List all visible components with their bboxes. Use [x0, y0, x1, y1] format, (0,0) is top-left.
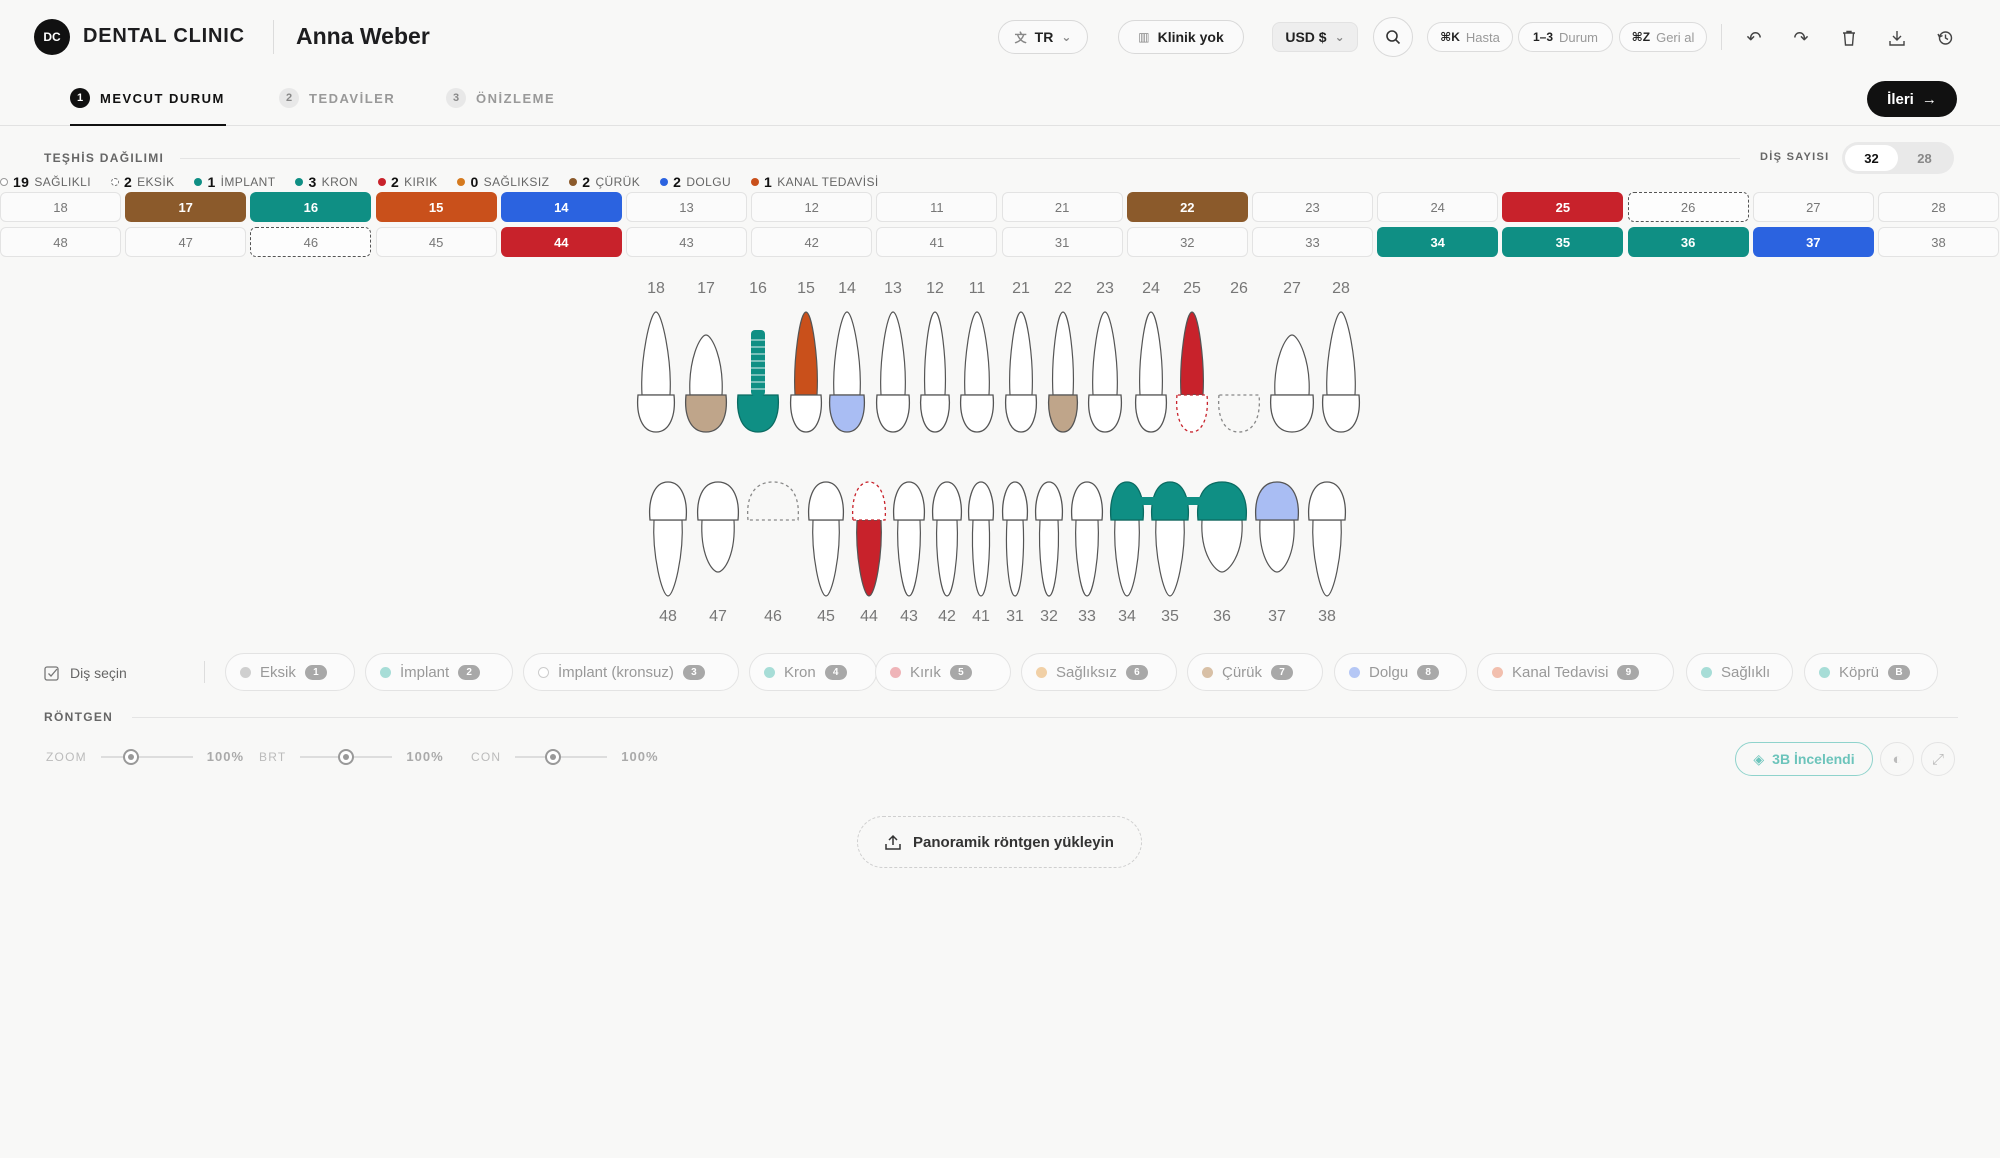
upload-icon — [885, 834, 901, 850]
tooth-16[interactable] — [736, 330, 780, 433]
tooth-37[interactable] — [1254, 481, 1300, 573]
tooth-23[interactable] — [1087, 311, 1123, 433]
status-chip[interactable]: Dolgu 8 — [1334, 653, 1467, 691]
tooth-44[interactable] — [851, 481, 887, 597]
ai-review-button[interactable]: ◈ 3B İncelendi — [1735, 742, 1873, 776]
contrast-knob[interactable] — [545, 748, 562, 765]
status-dot — [1036, 666, 1047, 678]
status-dot — [1701, 666, 1712, 678]
tooth-47[interactable] — [696, 481, 740, 573]
tooth-45[interactable] — [807, 481, 845, 597]
brightness-knob[interactable] — [338, 748, 355, 765]
tooth-32[interactable] — [1034, 481, 1064, 597]
status-chip[interactable]: Köprü B — [1804, 653, 1938, 691]
status-dot — [764, 666, 775, 678]
contrast-slider[interactable]: CON 100% — [471, 748, 659, 765]
tooth-48[interactable] — [648, 481, 688, 597]
status-dot — [1349, 666, 1360, 678]
tooth-11[interactable] — [959, 311, 995, 433]
tooth-36[interactable] — [1196, 481, 1248, 573]
contrast-icon[interactable]: ◐ — [1880, 742, 1914, 776]
status-dot — [538, 666, 549, 678]
status-chip[interactable]: Çürük 7 — [1187, 653, 1323, 691]
tooth-13[interactable] — [875, 311, 911, 433]
status-dot — [1819, 666, 1830, 678]
status-chip[interactable]: Sağlıklı — [1686, 653, 1793, 691]
status-dot — [380, 666, 391, 678]
status-chip[interactable]: Kırık 5 — [875, 653, 1011, 691]
brightness-track[interactable] — [300, 748, 393, 765]
tooth-28[interactable] — [1321, 311, 1361, 433]
tooth-46[interactable] — [746, 481, 800, 521]
status-chip[interactable]: Sağlıksız 6 — [1021, 653, 1177, 691]
tooth-14[interactable] — [828, 311, 866, 433]
tooth-43[interactable] — [892, 481, 926, 597]
status-dot — [890, 666, 901, 678]
status-chip[interactable]: İmplant (kronsuz) 3 — [523, 653, 739, 691]
tooth-38[interactable] — [1307, 481, 1347, 597]
status-dot — [240, 666, 251, 678]
layers-icon: ◈ — [1753, 750, 1765, 767]
tooth-24[interactable] — [1134, 311, 1168, 433]
tooth-17[interactable] — [684, 334, 728, 433]
zoom-slider[interactable]: ZOOM 100% — [46, 748, 244, 765]
select-teeth[interactable]: Diş seçin — [44, 665, 127, 681]
checkbox-icon — [44, 666, 59, 681]
xray-title: RÖNTGEN — [44, 710, 114, 724]
status-dot — [1492, 666, 1503, 678]
tooth-18[interactable] — [636, 311, 676, 433]
status-chip[interactable]: Kanal Tedavisi 9 — [1477, 653, 1674, 691]
tools-divider — [204, 661, 205, 683]
tooth-15[interactable] — [789, 311, 823, 433]
tooth-22[interactable] — [1047, 311, 1079, 433]
tooth-21[interactable] — [1004, 311, 1038, 433]
contrast-track[interactable] — [515, 748, 608, 765]
tooth-27[interactable] — [1269, 334, 1315, 433]
upload-xray-button[interactable]: Panoramik röntgen yükleyin — [857, 816, 1142, 868]
brightness-slider[interactable]: BRT 100% — [259, 748, 444, 765]
status-dot — [1202, 666, 1213, 678]
xray-divider — [132, 717, 1958, 718]
tooth-31[interactable] — [1001, 481, 1029, 597]
tooth-12[interactable] — [919, 311, 951, 433]
status-chip[interactable]: Eksik 1 — [225, 653, 355, 691]
tooth-chart — [636, 311, 1361, 597]
zoom-knob[interactable] — [122, 748, 139, 765]
expand-icon[interactable]: ⤢ — [1921, 742, 1955, 776]
tooth-33[interactable] — [1070, 481, 1104, 597]
status-chip[interactable]: İmplant 2 — [365, 653, 513, 691]
bridge-connector — [1134, 497, 1214, 505]
tooth-25[interactable] — [1175, 311, 1209, 433]
tooth-26[interactable] — [1217, 394, 1261, 433]
tooth-42[interactable] — [931, 481, 963, 597]
tooth-41[interactable] — [967, 481, 995, 597]
zoom-track[interactable] — [100, 748, 193, 765]
status-chip[interactable]: Kron 4 — [749, 653, 877, 691]
